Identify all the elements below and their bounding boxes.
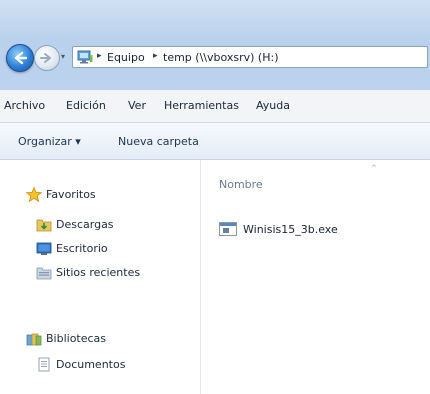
back-button[interactable] bbox=[6, 44, 34, 72]
menu-edicion[interactable]: Edición bbox=[66, 99, 106, 112]
star-icon bbox=[26, 187, 42, 202]
organize-button[interactable]: Organizar ▾ bbox=[18, 135, 81, 148]
recent-pages-dropdown[interactable]: ▾ bbox=[61, 53, 69, 61]
file-item[interactable]: Winisis15_3b.exe bbox=[219, 220, 419, 240]
navigation-pane: Favoritos Descargas Escritorio Sitios re… bbox=[0, 160, 201, 394]
menu-herramientas[interactable]: Herramientas bbox=[164, 99, 239, 112]
documents-icon bbox=[38, 357, 50, 372]
window-titlebar: ▾ ▸ Equipo ▸ temp (\\vboxsrv) (H:) bbox=[0, 0, 430, 90]
menu-archivo[interactable]: Archivo bbox=[4, 99, 45, 112]
computer-icon bbox=[77, 50, 93, 64]
file-name: Winisis15_3b.exe bbox=[243, 223, 338, 236]
libraries-icon bbox=[26, 333, 42, 346]
breadcrumb-separator[interactable]: ▸ bbox=[153, 51, 158, 61]
nav-item-label: Sitios recientes bbox=[56, 266, 141, 279]
sort-indicator-icon: ^ bbox=[371, 164, 377, 172]
command-bar: Organizar ▾ Nueva carpeta bbox=[0, 123, 430, 160]
back-arrow-icon bbox=[14, 51, 28, 65]
file-list-pane: ^ Nombre Winisis15_3b.exe bbox=[201, 160, 430, 394]
forward-arrow-icon bbox=[40, 53, 51, 63]
recent-places-icon bbox=[36, 267, 52, 280]
breadcrumb-separator[interactable]: ▸ bbox=[97, 51, 102, 61]
navigation-row: ▾ ▸ Equipo ▸ temp (\\vboxsrv) (H:) bbox=[0, 38, 430, 78]
nav-item-label: Descargas bbox=[56, 218, 114, 231]
address-bar[interactable]: ▸ Equipo ▸ temp (\\vboxsrv) (H:) bbox=[72, 46, 428, 68]
menu-bar: Archivo Edición Ver Herramientas Ayuda bbox=[0, 90, 430, 123]
breadcrumb-equipo[interactable]: Equipo bbox=[107, 51, 145, 64]
nav-item-label: Documentos bbox=[56, 358, 126, 371]
forward-button[interactable] bbox=[34, 45, 60, 71]
downloads-folder-icon bbox=[36, 219, 52, 232]
new-folder-button[interactable]: Nueva carpeta bbox=[118, 135, 199, 148]
nav-item-label: Escritorio bbox=[56, 242, 108, 255]
exe-file-icon bbox=[219, 222, 237, 236]
nav-libraries-label: Bibliotecas bbox=[46, 332, 107, 345]
menu-ver[interactable]: Ver bbox=[128, 99, 146, 112]
column-header-nombre[interactable]: Nombre bbox=[219, 178, 263, 191]
desktop-icon bbox=[36, 242, 52, 255]
nav-favorites-label: Favoritos bbox=[46, 188, 96, 201]
breadcrumb-temp-drive[interactable]: temp (\\vboxsrv) (H:) bbox=[163, 51, 278, 64]
menu-ayuda[interactable]: Ayuda bbox=[256, 99, 290, 112]
